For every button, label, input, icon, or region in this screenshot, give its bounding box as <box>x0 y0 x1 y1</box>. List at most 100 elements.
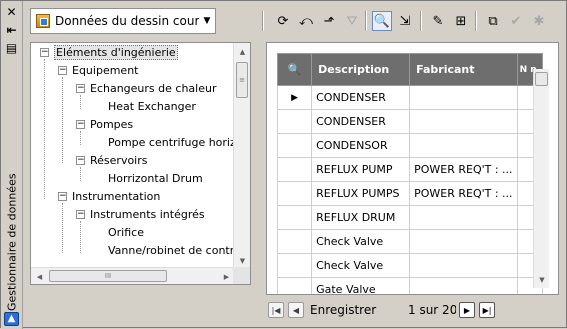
cell-fabricant[interactable]: POWER REQ'T : ... <box>409 157 518 182</box>
collapse-icon[interactable]: − <box>40 48 49 57</box>
cell-fabricant[interactable]: POWER REQ'T : ... <box>409 181 518 206</box>
row-header[interactable] <box>277 109 313 134</box>
tree-item-label: Heat Exchanger <box>108 100 196 113</box>
tree-item[interactable]: − Réservoirs <box>75 153 148 169</box>
toolbar-separator <box>475 11 477 31</box>
scroll-thumb[interactable]: III <box>49 270 167 282</box>
chevron-down-icon[interactable]: ▼ <box>199 9 215 33</box>
palette-title: Gestionnaire de données <box>5 173 19 311</box>
zoom-icon[interactable]: 🔍 <box>277 53 313 86</box>
tree-item[interactable]: Heat Exchanger <box>93 99 196 115</box>
tree-horizontal-scrollbar[interactable]: ◀ III ▶ <box>31 267 235 284</box>
app-icon: ▲ <box>4 312 19 326</box>
accept-icon[interactable]: ✔ <box>506 11 526 31</box>
view-selector[interactable]: Données du dessin couran ▼ <box>30 8 216 34</box>
print-icon[interactable]: ✎ <box>428 11 448 31</box>
tree-connector <box>80 95 81 109</box>
first-record-icon[interactable]: |◀ <box>268 302 284 318</box>
collapse-icon[interactable]: − <box>58 192 67 201</box>
cell-description[interactable]: REFLUX PUMP <box>311 157 411 182</box>
cell-fabricant[interactable] <box>409 229 518 254</box>
cell-fabricant[interactable] <box>409 133 518 158</box>
scroll-up-icon[interactable]: ▲ <box>234 43 250 60</box>
scroll-down-icon[interactable]: ▼ <box>534 271 550 288</box>
data-grid-panel: 🔍 Description Fabricant N n ▶ CONDENSER CO… <box>266 42 559 295</box>
row-header[interactable] <box>277 157 313 182</box>
table-row[interactable]: REFLUX PUMPS POWER REQ'T : ... <box>277 181 543 206</box>
tree-vertical-scrollbar[interactable]: ▲ ≡ ▼ <box>233 43 250 269</box>
autohide-icon[interactable]: ⇤ <box>4 23 19 37</box>
row-header[interactable] <box>277 253 313 278</box>
tree-item[interactable]: Orifice <box>93 225 144 241</box>
tree-connector <box>80 131 81 145</box>
collapse-icon[interactable]: − <box>58 66 67 75</box>
tree-item[interactable]: Pompe centrifuge horizont <box>93 135 235 151</box>
previous-record-icon[interactable]: ◀ <box>288 302 304 318</box>
scroll-thumb[interactable] <box>535 72 548 86</box>
last-record-icon[interactable]: ▶| <box>479 302 495 318</box>
import-icon[interactable]: ⊞ <box>451 11 471 31</box>
zoom-to-icon[interactable]: 🔍 <box>372 11 392 31</box>
tree-item[interactable]: − Pompes <box>75 117 133 133</box>
tree-item[interactable]: − Echangeurs de chaleur <box>75 81 216 97</box>
table-row[interactable]: REFLUX PUMP POWER REQ'T : ... <box>277 157 543 182</box>
data-tree: − Eléments d'ingénierie − Equipement − E… <box>30 42 251 285</box>
tree-item[interactable]: Horrizontal Drum <box>93 171 203 187</box>
cell-description[interactable]: CONDENSOR <box>311 133 411 158</box>
table-row[interactable]: CONDENSER <box>277 109 543 134</box>
cell-description[interactable]: REFLUX DRUM <box>311 205 411 230</box>
validate-icon[interactable]: ⧉ <box>483 11 503 31</box>
scroll-left-icon[interactable]: ◀ <box>31 268 48 284</box>
table-row[interactable]: Check Valve <box>277 229 543 254</box>
row-header[interactable] <box>277 205 313 230</box>
reset-view-icon[interactable]: ⤺ <box>296 11 316 31</box>
export-icon[interactable]: ⇲ <box>395 11 415 31</box>
current-row-indicator-icon[interactable]: ▶ <box>277 85 313 110</box>
collapse-icon[interactable]: − <box>76 210 85 219</box>
table-row[interactable]: Check Valve <box>277 253 543 278</box>
cell-fabricant[interactable] <box>409 109 518 134</box>
cell-description[interactable]: Check Valve <box>311 253 411 278</box>
cell-description[interactable]: Gate Valve <box>311 277 411 294</box>
cell-fabricant[interactable] <box>409 205 518 230</box>
cell-description[interactable]: CONDENSER <box>311 85 411 110</box>
properties-icon[interactable]: ▤ <box>4 41 19 55</box>
navigate-up-icon[interactable]: ⬏ <box>319 11 339 31</box>
toolbar-separator <box>365 11 367 31</box>
cell-description[interactable]: REFLUX PUMPS <box>311 181 411 206</box>
column-header-fabricant[interactable]: Fabricant <box>409 53 518 86</box>
table-row[interactable]: ▶ CONDENSER <box>277 85 543 110</box>
tree-item[interactable]: − Instrumentation <box>57 189 160 205</box>
table-row[interactable]: Gate Valve <box>277 277 543 294</box>
tree-item[interactable]: Vanne/robinet de contrôle <box>93 243 235 259</box>
refresh-icon[interactable]: ⟳ <box>273 11 293 31</box>
row-header[interactable] <box>277 277 313 294</box>
collapse-icon[interactable]: − <box>76 84 85 93</box>
row-header[interactable] <box>277 181 313 206</box>
close-icon[interactable]: ✕ <box>4 5 19 19</box>
table-row[interactable]: CONDENSOR <box>277 133 543 158</box>
row-header[interactable] <box>277 229 313 254</box>
reject-icon[interactable]: ✱ <box>529 11 549 31</box>
table-row[interactable]: REFLUX DRUM <box>277 205 543 230</box>
collapse-icon[interactable]: − <box>76 156 85 165</box>
tree-connector <box>62 77 63 163</box>
cell-fabricant[interactable] <box>409 253 518 278</box>
tree-content: − Eléments d'ingénierie − Equipement − E… <box>31 43 235 269</box>
filter-icon[interactable]: ⛛ <box>342 11 362 31</box>
cell-fabricant[interactable] <box>409 85 518 110</box>
collapse-icon[interactable]: − <box>76 120 85 129</box>
tree-item[interactable]: − Equipement <box>57 63 138 79</box>
cell-description[interactable]: Check Valve <box>311 229 411 254</box>
record-navigation: |◀ ◀ Enregistrer 1 sur 20 ▶ ▶| <box>266 298 566 324</box>
next-record-icon[interactable]: ▶ <box>459 302 475 318</box>
scroll-thumb[interactable]: ≡ <box>236 62 248 98</box>
row-header[interactable] <box>277 133 313 158</box>
tree-item[interactable]: − Instruments intégrés <box>75 207 205 223</box>
cell-fabricant[interactable] <box>409 277 518 294</box>
column-header-description[interactable]: Description <box>311 53 411 86</box>
grid-vertical-scrollbar[interactable]: ▼ <box>533 69 549 288</box>
tree-item[interactable]: − Eléments d'ingénierie <box>39 45 178 61</box>
cell-description[interactable]: CONDENSER <box>311 109 411 134</box>
tree-item-label: Pompes <box>90 118 134 131</box>
